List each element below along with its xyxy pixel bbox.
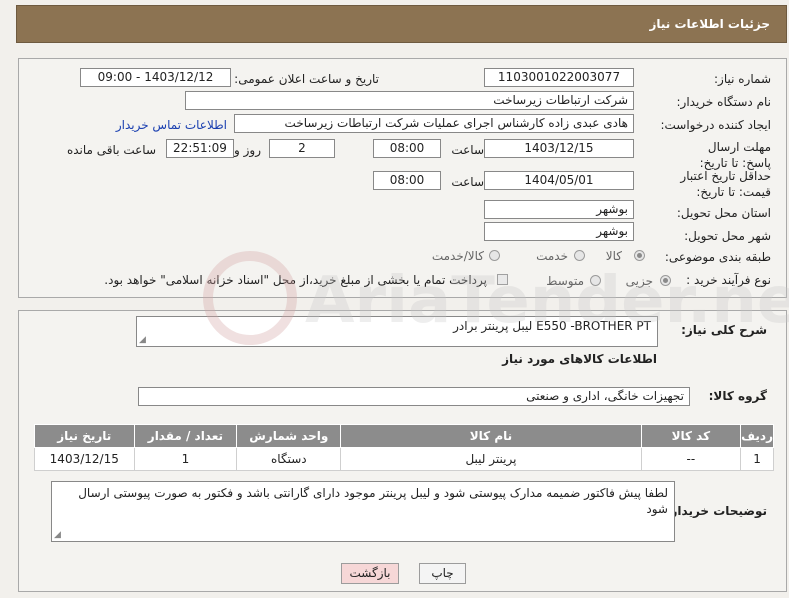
- cell-date: 1403/12/15: [34, 447, 135, 471]
- deadline-label-text: مهلت ارسال پاسخ: تا تاریخ:: [699, 140, 771, 170]
- col-date: تاریخ نیاز: [34, 424, 135, 448]
- process-option-medium: متوسط: [546, 274, 584, 288]
- cell-name: پرینتر لیبل: [340, 447, 642, 471]
- need-number-label: شماره نیاز:: [714, 72, 771, 86]
- category-option-goods: کالا: [605, 249, 622, 263]
- announce-label: تاریخ و ساعت اعلان عمومی:: [234, 72, 379, 86]
- validity-label: حداقل تاریخ اعتبار قیمت: تا تاریخ:: [651, 168, 771, 200]
- category-radio-both[interactable]: [489, 250, 500, 261]
- buyer-org-field: شرکت ارتباطات زیرساخت: [185, 91, 634, 110]
- table-header-row: ردیف کد کالا نام کالا واحد شمارش تعداد /…: [34, 424, 774, 448]
- process-radio-minor[interactable]: [660, 275, 671, 286]
- validity-date-field: 1404/05/01: [484, 171, 634, 190]
- process-label: نوع فرآیند خرید :: [686, 273, 771, 287]
- validity-time-field: 08:00: [373, 171, 441, 190]
- buyer-notes-textarea[interactable]: لطفا پیش فاکتور ضمیمه مدارک پیوستی شود و…: [51, 481, 675, 542]
- treasury-payment-checkbox[interactable]: [497, 274, 508, 285]
- category-label: طبقه بندی موضوعی:: [664, 250, 771, 264]
- summary-text: لیبل پرینتر برادر E550 -BROTHER PT: [453, 319, 651, 333]
- treasury-payment-note: پرداخت تمام یا بخشی از مبلغ خرید،از محل …: [104, 273, 487, 287]
- buyer-org-label: نام دستگاه خریدار:: [676, 95, 772, 109]
- summary-textarea[interactable]: لیبل پرینتر برادر E550 -BROTHER PT ◢: [136, 316, 658, 347]
- resize-grip-icon: ◢: [139, 335, 146, 345]
- goods-group-field: تجهیزات خانگی، اداری و صنعتی: [138, 387, 690, 406]
- page-title: جزئیات اطلاعات نیاز: [649, 17, 770, 31]
- items-table: ردیف کد کالا نام کالا واحد شمارش تعداد /…: [34, 424, 774, 471]
- col-name: نام کالا: [340, 424, 642, 448]
- category-radio-goods[interactable]: [634, 250, 645, 261]
- days-field: 2: [269, 139, 335, 158]
- buyer-notes-label: توضیحات خریدار:: [665, 504, 767, 518]
- need-number-field: 1103001022003077: [484, 68, 634, 87]
- process-option-minor: جزیی: [625, 274, 653, 288]
- cell-qty: 1: [133, 447, 238, 471]
- cell-row: 1: [740, 447, 774, 471]
- goods-group-label: گروه کالا:: [708, 389, 767, 403]
- table-row: 1 -- پرینتر لیبل دستگاه 1 1403/12/15: [34, 447, 774, 471]
- col-qty: تعداد / مقدار: [133, 424, 238, 448]
- city-label: شهر محل تحویل:: [684, 229, 771, 243]
- back-button[interactable]: بازگشت: [341, 563, 399, 584]
- creator-label: ایجاد کننده درخواست:: [660, 118, 771, 132]
- remaining-label: ساعت باقی مانده: [66, 143, 156, 157]
- contact-buyer-link[interactable]: اطلاعات تماس خریدار: [116, 118, 227, 132]
- page-header: جزئیات اطلاعات نیاز: [16, 5, 787, 43]
- province-label: استان محل تحویل:: [676, 206, 771, 220]
- cell-unit: دستگاه: [236, 447, 342, 471]
- col-code: کد کالا: [640, 424, 742, 448]
- validity-label-text: حداقل تاریخ اعتبار قیمت: تا تاریخ:: [680, 169, 771, 199]
- goods-info-title: اطلاعات کالاهای مورد نیاز: [502, 352, 657, 366]
- city-field: بوشهر: [484, 222, 634, 241]
- deadline-date-field: 1403/12/15: [484, 139, 634, 158]
- print-button[interactable]: چاپ: [419, 563, 466, 584]
- deadline-time-field: 08:00: [373, 139, 441, 158]
- resize-grip-icon: ◢: [54, 530, 61, 540]
- process-radio-medium[interactable]: [590, 275, 601, 286]
- days-label: روز و: [234, 143, 261, 157]
- announce-field: 1403/12/12 - 09:00: [80, 68, 231, 87]
- deadline-label: مهلت ارسال پاسخ: تا تاریخ:: [681, 139, 771, 171]
- col-unit: واحد شمارش: [236, 424, 342, 448]
- category-option-both: کالا/خدمت: [431, 249, 484, 263]
- col-row: ردیف: [740, 424, 774, 448]
- buyer-notes-text: لطفا پیش فاکتور ضمیمه مدارک پیوستی شود و…: [78, 486, 668, 516]
- category-radio-service[interactable]: [574, 250, 585, 261]
- validity-time-label: ساعت: [451, 175, 484, 189]
- province-field: بوشهر: [484, 200, 634, 219]
- creator-field: هادی عبدی زاده کارشناس اجرای عملیات شرکت…: [234, 114, 634, 133]
- category-option-service: خدمت: [536, 249, 568, 263]
- remaining-time-field: 22:51:09: [166, 139, 234, 158]
- deadline-time-label: ساعت: [451, 143, 484, 157]
- cell-code: --: [640, 447, 742, 471]
- summary-label: شرح کلی نیاز:: [681, 323, 767, 337]
